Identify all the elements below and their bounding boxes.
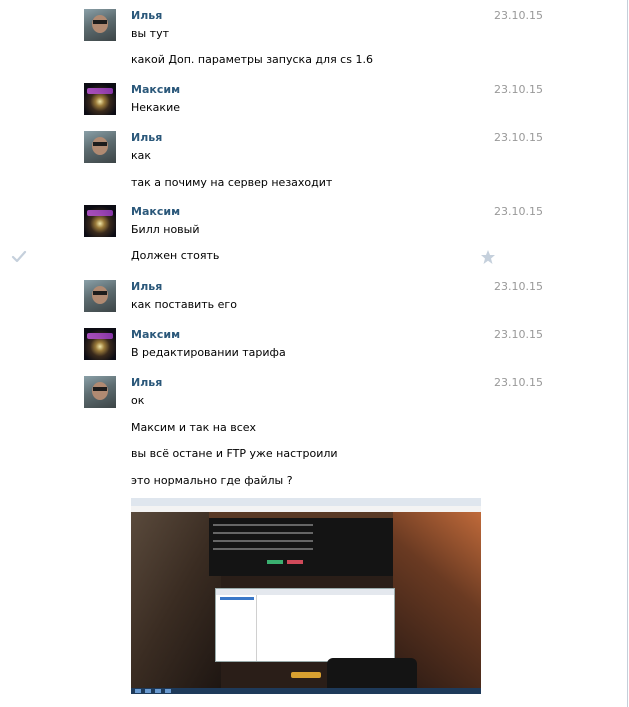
- ftp-selected-item: [220, 597, 254, 600]
- game-logo: [291, 672, 321, 678]
- windows-taskbar: [131, 688, 481, 694]
- message-text: как: [131, 149, 152, 162]
- author-name[interactable]: Максим: [131, 328, 180, 342]
- message-date[interactable]: 23.10.15: [494, 83, 543, 97]
- message-text: В редактировании тарифа: [131, 346, 286, 359]
- message-text: вы тут: [131, 27, 169, 40]
- game-art-left: [131, 512, 221, 688]
- avatar[interactable]: [84, 131, 116, 163]
- ftp-toolbar: [216, 589, 394, 595]
- panel-row: [213, 524, 313, 526]
- message-text: Билл новый: [131, 223, 200, 236]
- ftp-access-panel: [209, 512, 393, 576]
- author-name[interactable]: Илья: [131, 9, 162, 23]
- panel-menu: [209, 512, 393, 518]
- author-name[interactable]: Илья: [131, 376, 162, 390]
- message-text: Должен стоять: [131, 249, 220, 262]
- taskbar-icon: [155, 689, 161, 693]
- message-text: Максим и так на всех: [131, 421, 257, 434]
- avatar[interactable]: [84, 205, 116, 237]
- ftp-divider: [256, 595, 257, 661]
- author-name[interactable]: Максим: [131, 205, 180, 219]
- taskbar-icon: [165, 689, 171, 693]
- taskbar-icon: [135, 689, 141, 693]
- message-text: какой Доп. параметры запуска для cs 1.6: [131, 53, 373, 66]
- message-date[interactable]: 23.10.15: [494, 328, 543, 342]
- author-name[interactable]: Илья: [131, 131, 162, 145]
- message-date[interactable]: 23.10.15: [494, 131, 543, 145]
- panel-green-button: [267, 560, 283, 564]
- message-text: Некакие: [131, 101, 180, 114]
- avatar[interactable]: [84, 280, 116, 312]
- message-text: так а почиму на сервер незаходит: [131, 176, 333, 189]
- message-date[interactable]: 23.10.15: [494, 205, 543, 219]
- message-text: ок: [131, 394, 145, 407]
- taskbar-icon: [145, 689, 151, 693]
- message-date[interactable]: 23.10.15: [494, 376, 543, 390]
- check-icon[interactable]: [11, 250, 27, 264]
- attached-screenshot[interactable]: [131, 498, 481, 694]
- panel-row: [213, 540, 313, 542]
- panel-row: [213, 532, 313, 534]
- message-text: это нормально где файлы ?: [131, 474, 293, 487]
- message-text: вы всё остане и FTP уже настроили: [131, 447, 338, 460]
- star-icon[interactable]: [480, 249, 496, 265]
- author-name[interactable]: Илья: [131, 280, 162, 294]
- message-date[interactable]: 23.10.15: [494, 9, 543, 23]
- avatar[interactable]: [84, 328, 116, 360]
- message-history-panel: Илья 23.10.15 вы тут какой Доп. параметр…: [0, 0, 628, 707]
- panel-red-button: [287, 560, 303, 564]
- message-date[interactable]: 23.10.15: [494, 280, 543, 294]
- avatar[interactable]: [84, 83, 116, 115]
- ftp-file-window: [215, 588, 395, 662]
- avatar[interactable]: [84, 9, 116, 41]
- avatar[interactable]: [84, 376, 116, 408]
- panel-row: [213, 548, 313, 550]
- game-weapon: [327, 658, 417, 688]
- author-name[interactable]: Максим: [131, 83, 180, 97]
- message-text: как поставить его: [131, 298, 237, 311]
